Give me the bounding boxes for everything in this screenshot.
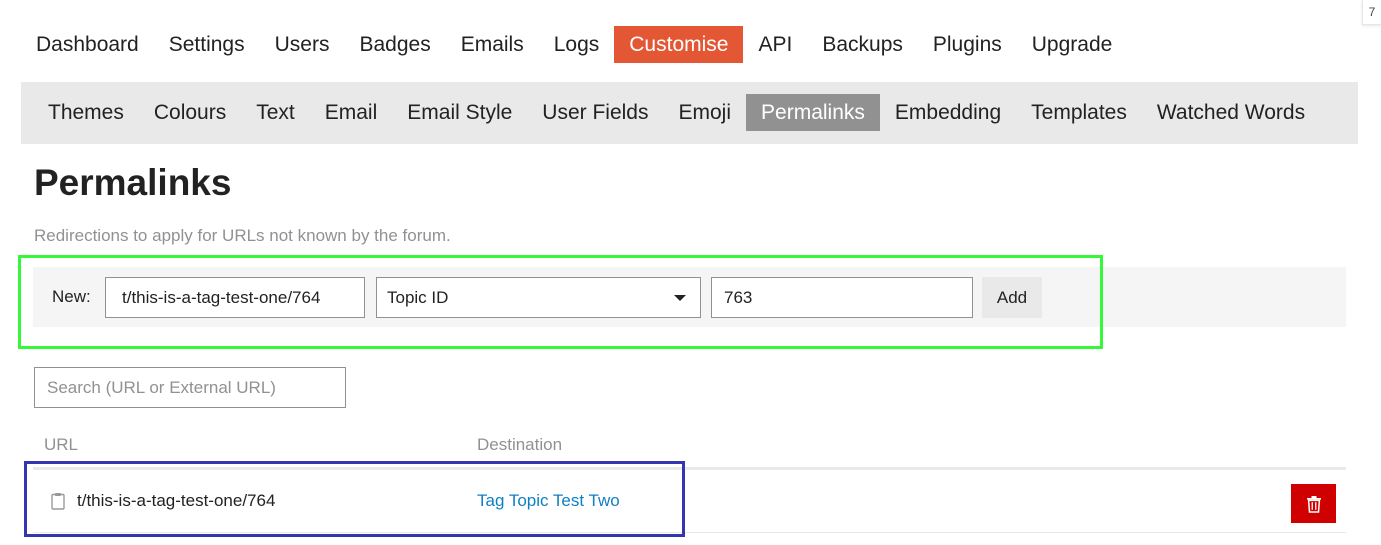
sub-nav: Themes Colours Text Email Email Style Us… xyxy=(21,82,1358,144)
corner-badge: 7 xyxy=(1362,0,1381,25)
add-button[interactable]: Add xyxy=(982,277,1042,318)
nav-emails[interactable]: Emails xyxy=(446,26,539,63)
page-title: Permalinks xyxy=(34,162,232,203)
table-row: t/this-is-a-tag-test-one/764 Tag Topic T… xyxy=(33,470,1346,533)
subnav-user-fields[interactable]: User Fields xyxy=(527,94,663,131)
nav-badges[interactable]: Badges xyxy=(344,26,445,63)
nav-dashboard[interactable]: Dashboard xyxy=(21,26,154,63)
main-nav: Dashboard Settings Users Badges Emails L… xyxy=(21,26,1127,63)
permalink-value-input[interactable] xyxy=(711,277,973,318)
subnav-emoji[interactable]: Emoji xyxy=(664,94,747,131)
nav-logs[interactable]: Logs xyxy=(539,26,615,63)
permalink-url-input[interactable] xyxy=(105,277,365,318)
new-permalink-form: New: Topic ID Add xyxy=(33,267,1346,327)
row-destination-link[interactable]: Tag Topic Test Two xyxy=(477,490,620,512)
nav-upgrade[interactable]: Upgrade xyxy=(1017,26,1128,63)
subnav-text[interactable]: Text xyxy=(241,94,310,131)
permalink-type-select[interactable]: Topic ID xyxy=(376,277,701,318)
column-header-url: URL xyxy=(44,435,79,454)
subnav-email-style[interactable]: Email Style xyxy=(392,94,527,131)
trash-icon xyxy=(1306,495,1321,513)
subnav-permalinks[interactable]: Permalinks xyxy=(746,94,880,131)
search-input[interactable] xyxy=(34,367,346,408)
column-header-destination: Destination xyxy=(477,435,563,454)
subnav-templates[interactable]: Templates xyxy=(1016,94,1142,131)
nav-backups[interactable]: Backups xyxy=(807,26,918,63)
subnav-themes[interactable]: Themes xyxy=(33,94,139,131)
page-description: Redirections to apply for URLs not known… xyxy=(34,226,451,245)
new-label: New: xyxy=(52,287,91,306)
clipboard-icon[interactable] xyxy=(51,492,65,510)
subnav-colours[interactable]: Colours xyxy=(139,94,241,131)
subnav-email[interactable]: Email xyxy=(310,94,393,131)
nav-users[interactable]: Users xyxy=(260,26,345,63)
delete-button[interactable] xyxy=(1291,484,1336,523)
caret-down-icon xyxy=(674,295,686,301)
subnav-embedding[interactable]: Embedding xyxy=(880,94,1016,131)
nav-plugins[interactable]: Plugins xyxy=(918,26,1017,63)
nav-customise[interactable]: Customise xyxy=(614,26,744,63)
nav-settings[interactable]: Settings xyxy=(154,26,260,63)
nav-api[interactable]: API xyxy=(743,26,807,63)
row-url: t/this-is-a-tag-test-one/764 xyxy=(77,491,276,510)
subnav-watched-words[interactable]: Watched Words xyxy=(1142,94,1320,131)
permalink-type-value: Topic ID xyxy=(387,288,449,307)
